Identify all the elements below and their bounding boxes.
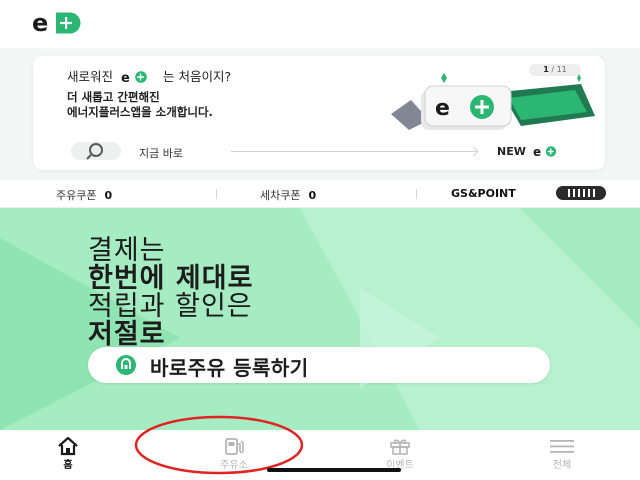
- svg-text:e: e: [435, 96, 450, 121]
- svg-text:e: e: [121, 71, 130, 83]
- promo-question: 새로워진 e 는 처음이지?: [67, 69, 232, 84]
- menu-icon: [550, 440, 574, 453]
- nav-gas-station[interactable]: 주유소: [174, 430, 294, 480]
- bottom-nav: 홈 주유소 이벤트 전체: [0, 430, 640, 480]
- barcode-icon[interactable]: [556, 186, 606, 200]
- gas-station-icon: [225, 438, 244, 455]
- fuel-coupon[interactable]: 주유쿠폰 0: [56, 187, 112, 203]
- magnifier-icon: [71, 142, 121, 160]
- fuel-coupon-count: 0: [104, 189, 113, 202]
- wash-coupon-count: 0: [308, 189, 317, 202]
- banner-line-4: 저절로: [88, 319, 166, 350]
- gift-icon: [390, 439, 410, 455]
- svg-text:e: e: [533, 146, 541, 157]
- ep-new-logo-icon: e: [533, 146, 556, 157]
- svg-text:e: e: [32, 12, 48, 34]
- cta-label: 바로주유 등록하기: [150, 356, 309, 380]
- top-bar: e: [0, 0, 640, 48]
- wash-coupon[interactable]: 세차쿠폰 0: [260, 187, 316, 203]
- nav-all[interactable]: 전체: [502, 430, 622, 480]
- nav-event[interactable]: 이벤트: [340, 430, 460, 480]
- promo-foot-text: 지금 바로: [139, 147, 183, 160]
- ep-inline-logo-icon: e: [121, 71, 147, 83]
- promo-footer: 지금 바로 NEW e: [71, 142, 556, 162]
- promo-new-label: NEW e: [497, 145, 563, 158]
- app-illustration-icon: e: [391, 73, 595, 130]
- promo-line-1: 더 새롭고 간편해진: [67, 90, 160, 104]
- ep-logo-icon[interactable]: e: [32, 12, 114, 34]
- quick-fuel-register-button[interactable]: 바로주유 등록하기: [88, 347, 550, 383]
- divider: [416, 189, 417, 199]
- nav-home[interactable]: 홈: [8, 430, 128, 480]
- promo-banner[interactable]: 결제는 한번에 제대로 적립과 할인은 저절로 바로주유 등록하기: [0, 208, 640, 430]
- home-icon: [58, 436, 78, 456]
- home-indicator: [267, 468, 401, 472]
- fuel-nozzle-icon: [116, 355, 136, 375]
- gs-point-label[interactable]: GS&POINT: [451, 187, 516, 200]
- divider: [216, 189, 217, 199]
- coupon-bar: 주유쿠폰 0 세차쿠폰 0 GS&POINT: [0, 180, 640, 208]
- promo-card[interactable]: 새로워진 e 는 처음이지? 더 새롭고 간편해진 에너지플러스앱을 소개합니다…: [33, 56, 605, 170]
- arrow-right-icon: [231, 151, 477, 152]
- promo-line-2: 에너지플러스앱을 소개합니다.: [67, 105, 213, 119]
